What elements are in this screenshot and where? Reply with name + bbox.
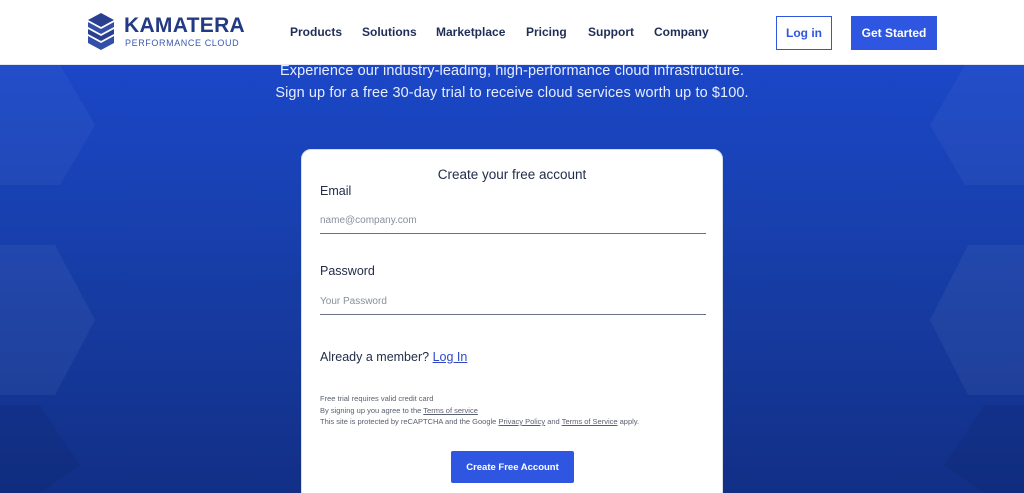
brand-name: KAMATERA	[124, 14, 245, 37]
member-prompt: Already a member? Log In	[320, 350, 467, 364]
signup-card: Create your free account Email Password …	[301, 149, 723, 493]
terms-note: By signing up you agree to the Terms of …	[320, 406, 478, 415]
get-started-button[interactable]: Get Started	[851, 16, 937, 50]
recaptcha-and: and	[547, 417, 560, 426]
credit-card-note: Free trial requires valid credit card	[320, 394, 434, 403]
password-label: Password	[320, 264, 375, 278]
terms-prefix: By signing up you agree to the	[320, 406, 422, 415]
recaptcha-suffix: apply.	[619, 417, 640, 426]
nav-item-support[interactable]: Support	[588, 25, 634, 39]
member-text: Already a member?	[320, 350, 430, 364]
form-title: Create your free account	[437, 167, 587, 182]
create-account-button[interactable]: Create Free Account	[451, 451, 574, 483]
login-button[interactable]: Log in	[776, 16, 832, 50]
nav-item-company[interactable]: Company	[654, 25, 709, 39]
login-link[interactable]: Log In	[433, 350, 468, 364]
brand-logo[interactable]: KAMATERA PERFORMANCE CLOUD	[86, 11, 246, 53]
hero-text-line-1: Experience our industry-leading, high-pe…	[279, 65, 745, 79]
nav-item-solutions[interactable]: Solutions	[362, 25, 417, 39]
hero-text-line-2: Sign up for a free 30-day trial to recei…	[275, 85, 749, 101]
stacked-hexagon-logo-icon	[88, 13, 114, 50]
nav-item-marketplace[interactable]: Marketplace	[436, 25, 505, 39]
email-label: Email	[320, 184, 352, 198]
brand-tagline: PERFORMANCE CLOUD	[125, 38, 240, 48]
password-input[interactable]	[320, 289, 706, 315]
privacy-policy-link[interactable]: Privacy Policy	[498, 417, 545, 426]
site-header: KAMATERA PERFORMANCE CLOUD Products Solu…	[0, 0, 1024, 65]
nav-item-products[interactable]: Products	[290, 25, 342, 39]
recaptcha-prefix: This site is protected by reCAPTCHA and …	[320, 417, 497, 426]
nav-item-pricing[interactable]: Pricing	[526, 25, 567, 39]
email-input[interactable]	[320, 208, 706, 234]
terms-of-service-link[interactable]: Terms of service	[423, 406, 478, 415]
recaptcha-note: This site is protected by reCAPTCHA and …	[320, 417, 639, 426]
google-terms-link[interactable]: Terms of Service	[562, 417, 618, 426]
